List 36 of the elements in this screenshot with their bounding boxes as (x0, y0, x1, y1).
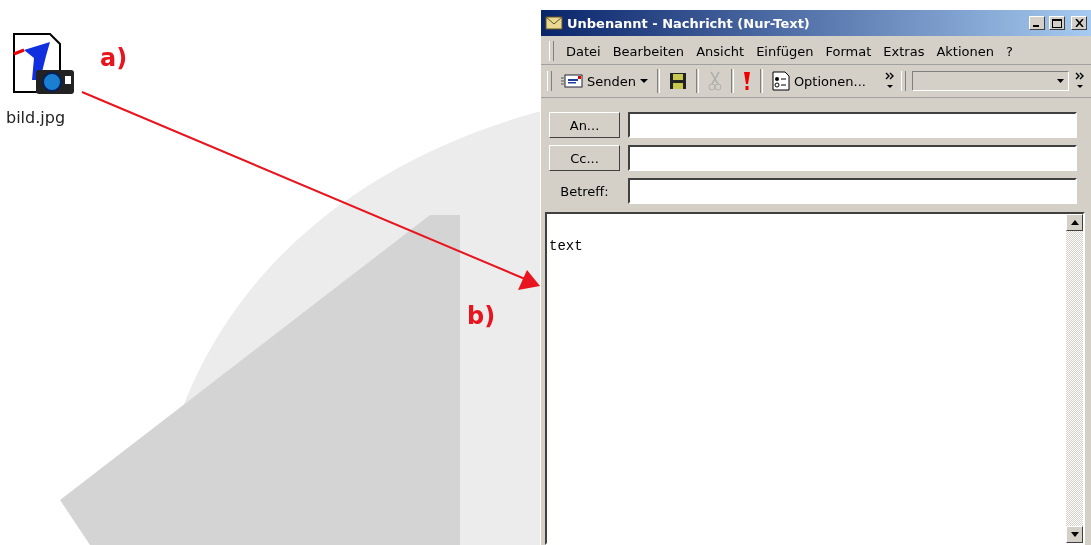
menu-item[interactable]: Ansicht (696, 43, 745, 59)
input-field[interactable] (628, 112, 1077, 138)
close-button[interactable] (1071, 16, 1087, 30)
maximize-icon (1052, 18, 1062, 28)
address-button[interactable]: An... (549, 112, 620, 138)
input-field[interactable] (628, 178, 1077, 204)
envelope-icon (560, 73, 583, 89)
exclamation-icon (742, 71, 751, 91)
toolbar-dropdown[interactable] (911, 71, 1070, 91)
menu-item[interactable]: Format (825, 43, 872, 59)
close-icon (1074, 19, 1084, 27)
file-name: bild.jpg (6, 108, 66, 127)
caret-icon (639, 78, 648, 84)
minimize-button[interactable] (1029, 16, 1045, 30)
annotation-label: a) (100, 44, 128, 72)
address-button[interactable]: Cc... (549, 145, 620, 171)
envelope-icon (545, 16, 563, 30)
field-label: Betreff: (559, 183, 610, 199)
send-button[interactable]: Senden (557, 71, 651, 91)
scissors-icon (707, 71, 722, 91)
caret-icon (1057, 79, 1065, 83)
image-file-icon[interactable] (10, 30, 76, 96)
menu-item[interactable]: Extras (883, 43, 925, 59)
annotation-label: b) (467, 302, 496, 330)
maximize-button[interactable] (1049, 16, 1065, 30)
menu-item[interactable]: Aktionen (936, 43, 994, 59)
window-title: Unbenannt - Nachricht (Nur-Text) (567, 15, 811, 31)
menu-item[interactable]: Datei (566, 43, 601, 59)
options-button[interactable]: Optionen... (768, 69, 869, 93)
overflow-chevron-icon[interactable] (1075, 71, 1085, 91)
options-list-icon (771, 71, 790, 91)
menu-item[interactable]: Bearbeiten (612, 43, 685, 59)
menu-item[interactable]: Einfügen (756, 43, 814, 59)
menu-item[interactable]: ? (1006, 43, 1013, 59)
input-field[interactable] (628, 145, 1077, 171)
overflow-chevron-icon[interactable] (884, 71, 895, 91)
